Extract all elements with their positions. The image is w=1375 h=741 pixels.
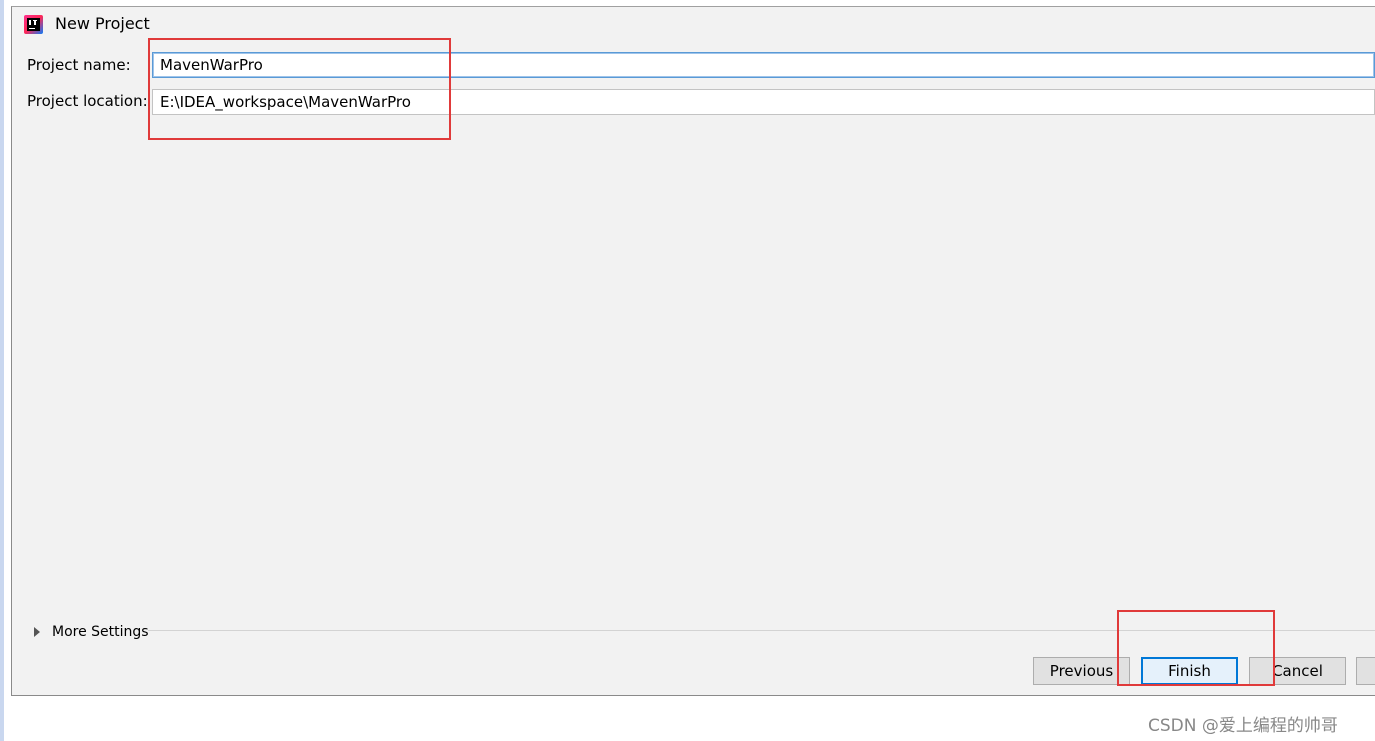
more-settings-toggle[interactable]: More Settings — [34, 622, 149, 642]
project-name-field[interactable]: MavenWarPro — [152, 52, 1375, 78]
watermark: CSDN @爱上编程的帅哥 — [1148, 716, 1338, 736]
cancel-button[interactable]: Cancel — [1249, 657, 1346, 685]
project-location-label: Project location: — [27, 92, 148, 110]
more-settings-label: More Settings — [52, 624, 149, 640]
project-location-field[interactable]: E:\IDEA_workspace\MavenWarPro — [152, 89, 1375, 115]
project-name-value: MavenWarPro — [160, 56, 263, 74]
more-settings-divider — [148, 630, 1375, 631]
window-title: New Project — [55, 14, 150, 33]
finish-button[interactable]: Finish — [1141, 657, 1238, 685]
title-bar: New Project — [12, 7, 1375, 43]
previous-button[interactable]: Previous — [1033, 657, 1130, 685]
help-button[interactable] — [1356, 657, 1375, 685]
intellij-idea-icon — [24, 15, 43, 34]
triangle-right-icon — [34, 627, 40, 637]
project-name-label: Project name: — [27, 56, 131, 74]
window-edge-accent — [0, 0, 4, 741]
project-location-value: E:\IDEA_workspace\MavenWarPro — [160, 93, 411, 111]
